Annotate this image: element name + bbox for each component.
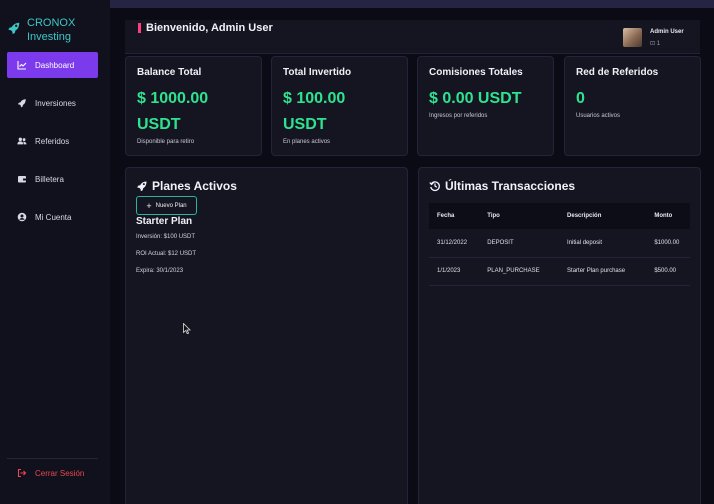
stat-title: Comisiones Totales	[429, 67, 523, 78]
sidebar-divider	[7, 458, 98, 459]
stat-value-line: $ 1000.00	[137, 90, 209, 107]
rocket-icon	[8, 22, 20, 35]
stat-value-line: $ 100.00	[283, 90, 346, 107]
user-name: Admin User	[650, 29, 684, 35]
stat-subtitle: Ingresos por referidos	[429, 113, 488, 119]
stat-subtitle: Usuarios activos	[576, 113, 621, 119]
rocket-icon	[17, 98, 27, 108]
column-header: Monto	[646, 203, 690, 229]
stat-title: Red de Referidos	[576, 67, 659, 78]
page-header: Bienvenido, Admin User Admin User ⊡ 1	[125, 20, 700, 54]
plan-expiry: Expira: 30/1/2023	[136, 268, 184, 274]
stat-title: Total Invertido	[283, 67, 352, 78]
stat-card-balance: Balance Total $ 1000.00 USDT Disponible …	[125, 56, 262, 156]
stat-value-unit: USDT	[283, 116, 327, 133]
sidebar-item-mi-cuenta[interactable]: Mi Cuenta	[7, 204, 98, 230]
wallet-icon	[17, 174, 27, 184]
transactions-table: Fecha Tipo Descripción Monto 31/12/2022 …	[429, 203, 690, 286]
panel-title-text: Planes Activos	[152, 179, 237, 193]
plan-name: Starter Plan	[136, 216, 193, 227]
table-row: 31/12/2022 DEPOSIT Initial deposit $1000…	[429, 229, 690, 258]
stat-subtitle: En planes activos	[283, 139, 331, 145]
column-header: Fecha	[429, 203, 480, 229]
stat-card-invested: Total Invertido $ 100.00 USDT En planes …	[271, 56, 408, 156]
plan-investment: Inversión: $100 USDT	[136, 234, 196, 240]
sidebar-item-referidos[interactable]: Referidos	[7, 128, 98, 154]
stat-value: $ 1000.00 USDT	[137, 86, 208, 138]
sidebar-item-label: Inversiones	[35, 98, 76, 108]
cell-description: Initial deposit	[559, 229, 647, 258]
stat-value-unit: USDT	[137, 116, 181, 133]
panel-title: Últimas Transacciones	[429, 179, 575, 193]
cell-amount: $1000.00	[646, 229, 690, 258]
column-header: Tipo	[479, 203, 560, 229]
transactions-panel: Últimas Transacciones Fecha Tipo Descrip…	[418, 167, 701, 504]
cell-type: PLAN_PURCHASE	[479, 257, 560, 286]
sidebar: CRONOX Investing Dashboard Inversiones R…	[0, 0, 110, 504]
panel-title: Planes Activos	[136, 179, 237, 193]
stat-card-referrals: Red de Referidos 0 Usuarios activos	[564, 56, 701, 156]
rocket-icon	[136, 180, 148, 192]
users-icon	[17, 136, 27, 146]
cell-amount: $500.00	[646, 257, 690, 286]
sidebar-item-inversiones[interactable]: Inversiones	[7, 90, 98, 116]
brand-name: CRONOX	[27, 17, 76, 29]
logout-icon	[17, 468, 27, 478]
sidebar-item-label: Billetera	[35, 174, 64, 184]
new-plan-label: Nuevo Plan	[155, 202, 187, 209]
active-plans-panel: Planes Activos + Nuevo Plan Starter Plan…	[125, 167, 408, 504]
sidebar-item-label: Mi Cuenta	[35, 212, 72, 222]
sidebar-item-label: Referidos	[35, 136, 70, 146]
mouse-cursor-icon	[183, 323, 191, 334]
stat-value: $ 100.00 USDT	[283, 86, 345, 138]
user-circle-icon	[17, 212, 27, 222]
stat-value: 0	[576, 90, 585, 107]
plus-icon: +	[146, 200, 152, 211]
cell-date: 1/1/2023	[429, 257, 480, 286]
panel-title-text: Últimas Transacciones	[445, 179, 576, 193]
plan-roi: ROI Actual: $12 USDT	[136, 251, 197, 257]
avatar[interactable]	[623, 28, 642, 47]
welcome-accent-bar	[138, 23, 141, 33]
cell-date: 31/12/2022	[429, 229, 480, 258]
sidebar-item-dashboard[interactable]: Dashboard	[7, 52, 98, 78]
top-strip	[110, 0, 714, 8]
logout-label: Cerrar Sesión	[35, 468, 85, 478]
sidebar-item-billetera[interactable]: Billetera	[7, 166, 98, 192]
user-level: ⊡ 1	[650, 41, 661, 47]
column-header: Descripción	[559, 203, 647, 229]
page-title: Bienvenido, Admin User	[146, 22, 273, 34]
history-icon	[429, 180, 441, 192]
stat-title: Balance Total	[137, 67, 202, 78]
table-row: 1/1/2023 PLAN_PURCHASE Starter Plan purc…	[429, 257, 690, 286]
cell-type: DEPOSIT	[479, 229, 560, 258]
cell-description: Starter Plan purchase	[559, 257, 647, 286]
brand-logo[interactable]: CRONOX Investing	[7, 16, 75, 44]
new-plan-button[interactable]: + Nuevo Plan	[136, 196, 197, 215]
brand-tagline: Investing	[27, 31, 72, 43]
logout-button[interactable]: Cerrar Sesión	[7, 463, 84, 483]
stat-value: $ 0.00 USDT	[429, 90, 522, 107]
table-header-row: Fecha Tipo Descripción Monto	[429, 203, 690, 229]
sidebar-item-label: Dashboard	[35, 60, 75, 70]
chart-line-icon	[17, 60, 27, 70]
stat-card-commissions: Comisiones Totales $ 0.00 USDT Ingresos …	[417, 56, 554, 156]
stat-subtitle: Disponible para retiro	[137, 139, 195, 145]
